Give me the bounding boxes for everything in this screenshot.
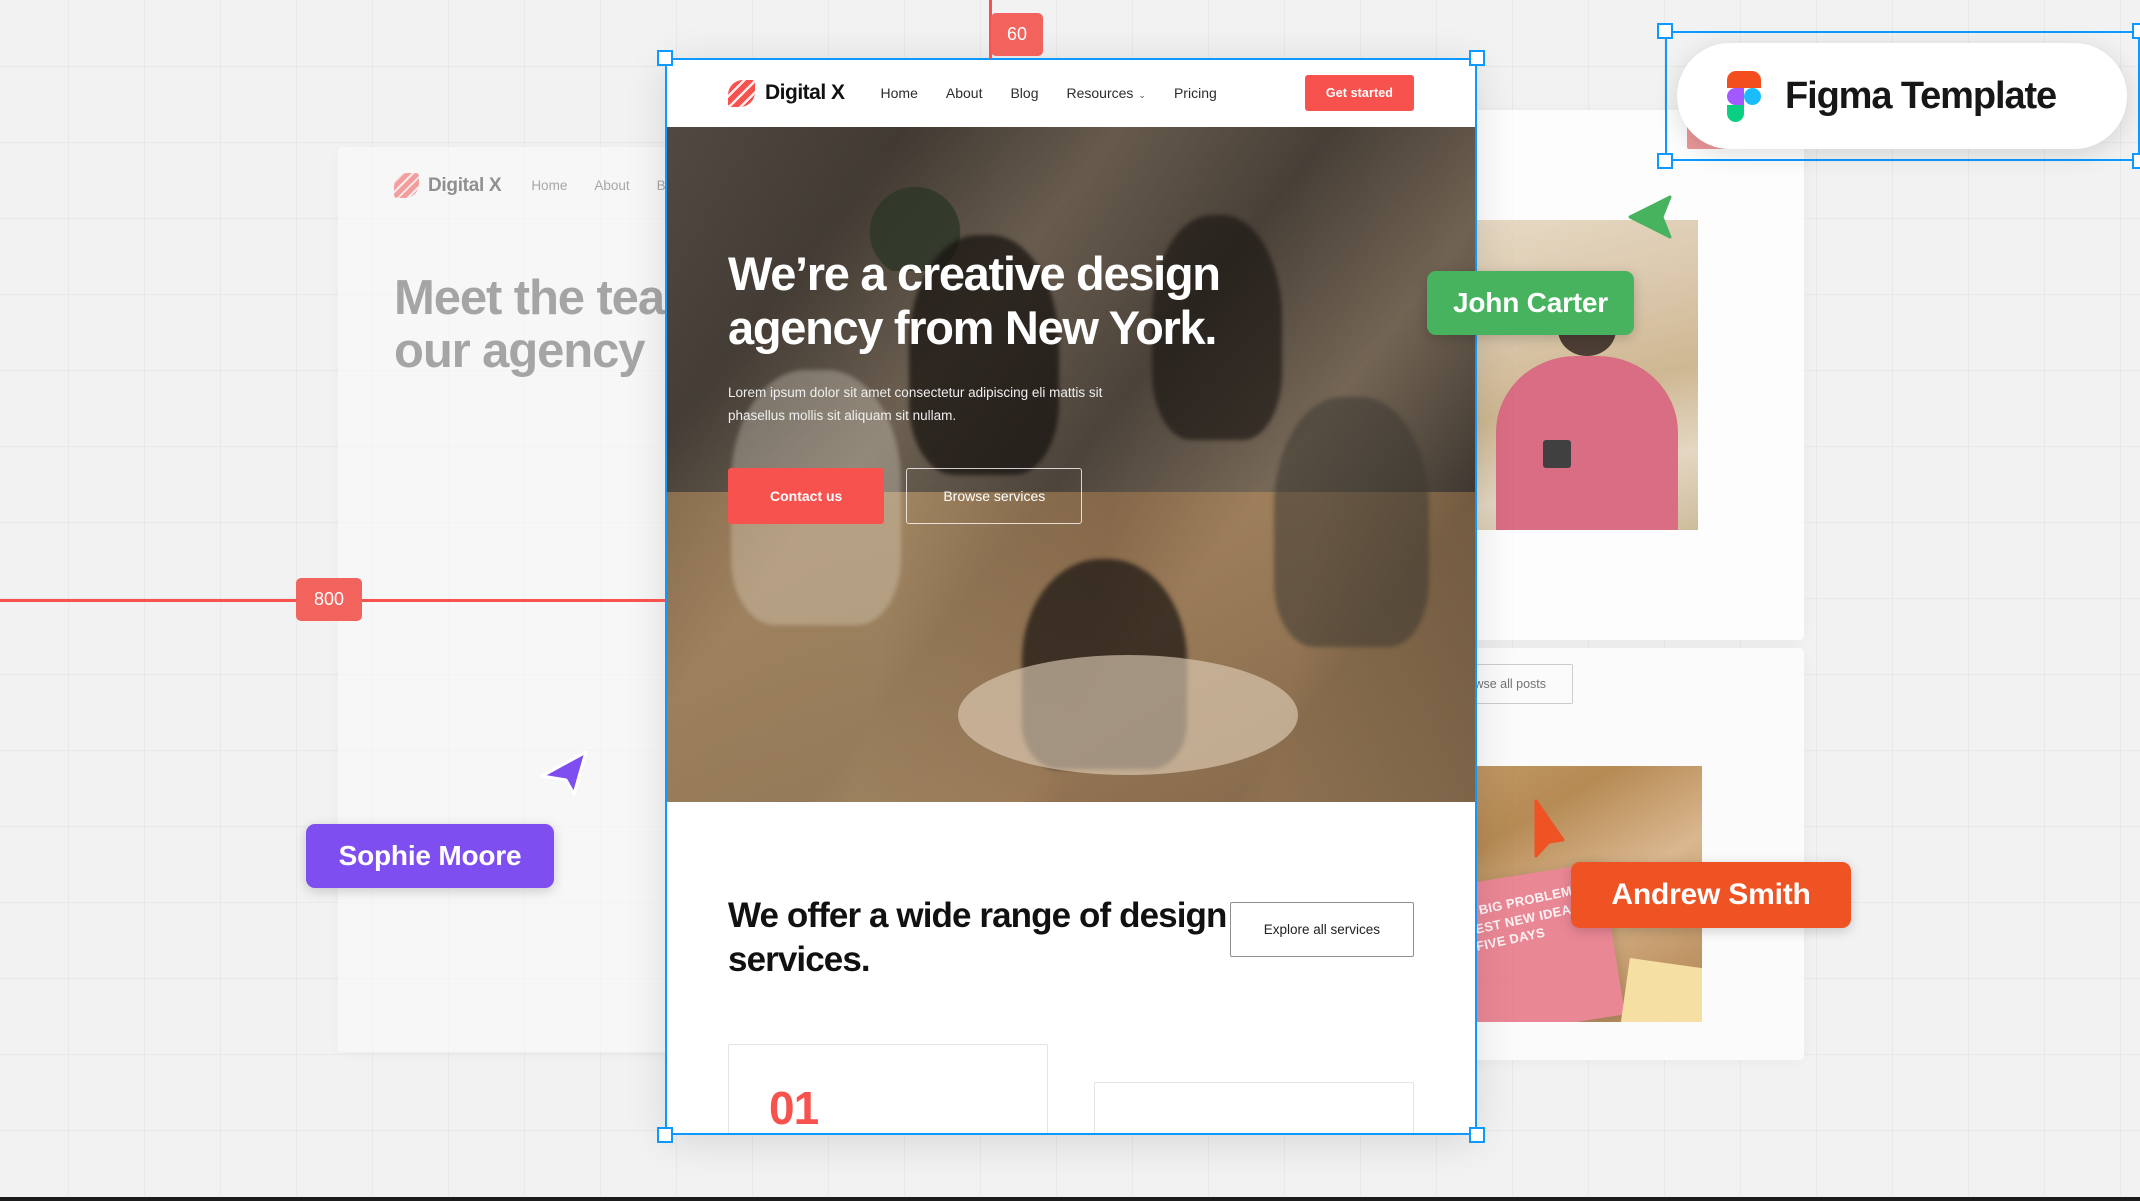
hero-buttons: Contact us Browse services	[728, 467, 1414, 524]
nav-item-pricing[interactable]: Pricing	[1174, 85, 1217, 101]
cursor-sophie-moore	[540, 750, 588, 796]
explore-all-services-button[interactable]: Explore all services	[1229, 902, 1414, 957]
collaborator-badge-sophie-moore: Sophie Moore	[306, 824, 554, 888]
services-cards: 01	[728, 1043, 1414, 1134]
nav-item-about[interactable]: About	[946, 85, 983, 101]
bg-left-logo[interactable]: Digital X	[394, 173, 502, 198]
navbar-logo[interactable]: Digital X	[728, 79, 845, 107]
bg-left-nav-home[interactable]: Home	[531, 178, 567, 193]
resize-handle-bottom-left[interactable]	[657, 1127, 673, 1143]
resize-handle-bottom-right[interactable]	[1469, 1127, 1485, 1143]
collaborator-badge-andrew-smith: Andrew Smith	[1571, 862, 1851, 928]
figma-template-badge[interactable]: Figma Template	[1677, 43, 2127, 149]
team-member-photo	[1476, 220, 1698, 530]
service-card[interactable]: 01	[728, 1043, 1048, 1134]
hero-section: We’re a creative design agency from New …	[666, 127, 1476, 802]
digital-x-logo-icon	[394, 173, 419, 198]
contact-us-button[interactable]: Contact us	[728, 467, 885, 524]
hero-paragraph: Lorem ipsum dolor sit amet consectetur a…	[728, 385, 1103, 424]
resize-handle-top-right[interactable]	[1469, 50, 1485, 66]
hero-heading: We’re a creative design agency from New …	[728, 247, 1221, 355]
measure-label-60: 60	[991, 13, 1043, 56]
badge-handle-bottom-left[interactable]	[1657, 153, 1673, 169]
cursor-andrew-smith	[1534, 799, 1565, 858]
navbar-logo-text: Digital X	[765, 81, 845, 104]
services-header: We offer a wide range of design services…	[728, 894, 1414, 982]
bg-left-logo-text: Digital X	[428, 174, 502, 196]
digital-x-logo-icon	[728, 79, 755, 107]
browse-services-button[interactable]: Browse services	[906, 467, 1083, 524]
services-section: We offer a wide range of design services…	[666, 802, 1476, 1134]
nav-item-blog[interactable]: Blog	[1010, 85, 1038, 101]
sticky-note	[1619, 957, 1702, 1022]
service-card[interactable]	[1094, 1081, 1414, 1134]
figma-canvas[interactable]: Digital X Home About Blog Resources⌄ Mee…	[0, 0, 2140, 1201]
badge-handle-bottom-right[interactable]	[2132, 153, 2140, 169]
hero-content: We’re a creative design agency from New …	[728, 247, 1414, 524]
figma-template-label: Figma Template	[1785, 74, 2057, 117]
selected-frame-homepage[interactable]: Digital X Home About Blog Resources ⌄ Pri…	[666, 59, 1476, 1134]
nav-item-resources[interactable]: Resources ⌄	[1067, 85, 1146, 101]
figma-logo-icon	[1727, 71, 1761, 122]
cursor-john-carter	[1628, 195, 1672, 239]
chevron-down-icon: ⌄	[1138, 90, 1146, 100]
badge-handle-top-right[interactable]	[2132, 23, 2140, 39]
services-heading: We offer a wide range of design services…	[728, 896, 1227, 979]
hero-table	[957, 655, 1298, 775]
resize-handle-top-left[interactable]	[657, 50, 673, 66]
badge-handle-top-left[interactable]	[1657, 23, 1673, 39]
frame-navbar: Digital X Home About Blog Resources ⌄ Pri…	[666, 59, 1476, 127]
collaborator-badge-john-carter: John Carter	[1427, 271, 1634, 335]
measure-label-800: 800	[296, 578, 362, 621]
get-started-button[interactable]: Get started	[1304, 75, 1414, 111]
photo-shirt	[1495, 356, 1678, 530]
nav-item-home[interactable]: Home	[881, 85, 918, 101]
service-card-number: 01	[769, 1081, 819, 1134]
navbar-links: Home About Blog Resources ⌄ Pricing	[881, 85, 1217, 101]
bg-left-nav-about[interactable]: About	[594, 178, 629, 193]
photo-watch	[1542, 440, 1572, 468]
